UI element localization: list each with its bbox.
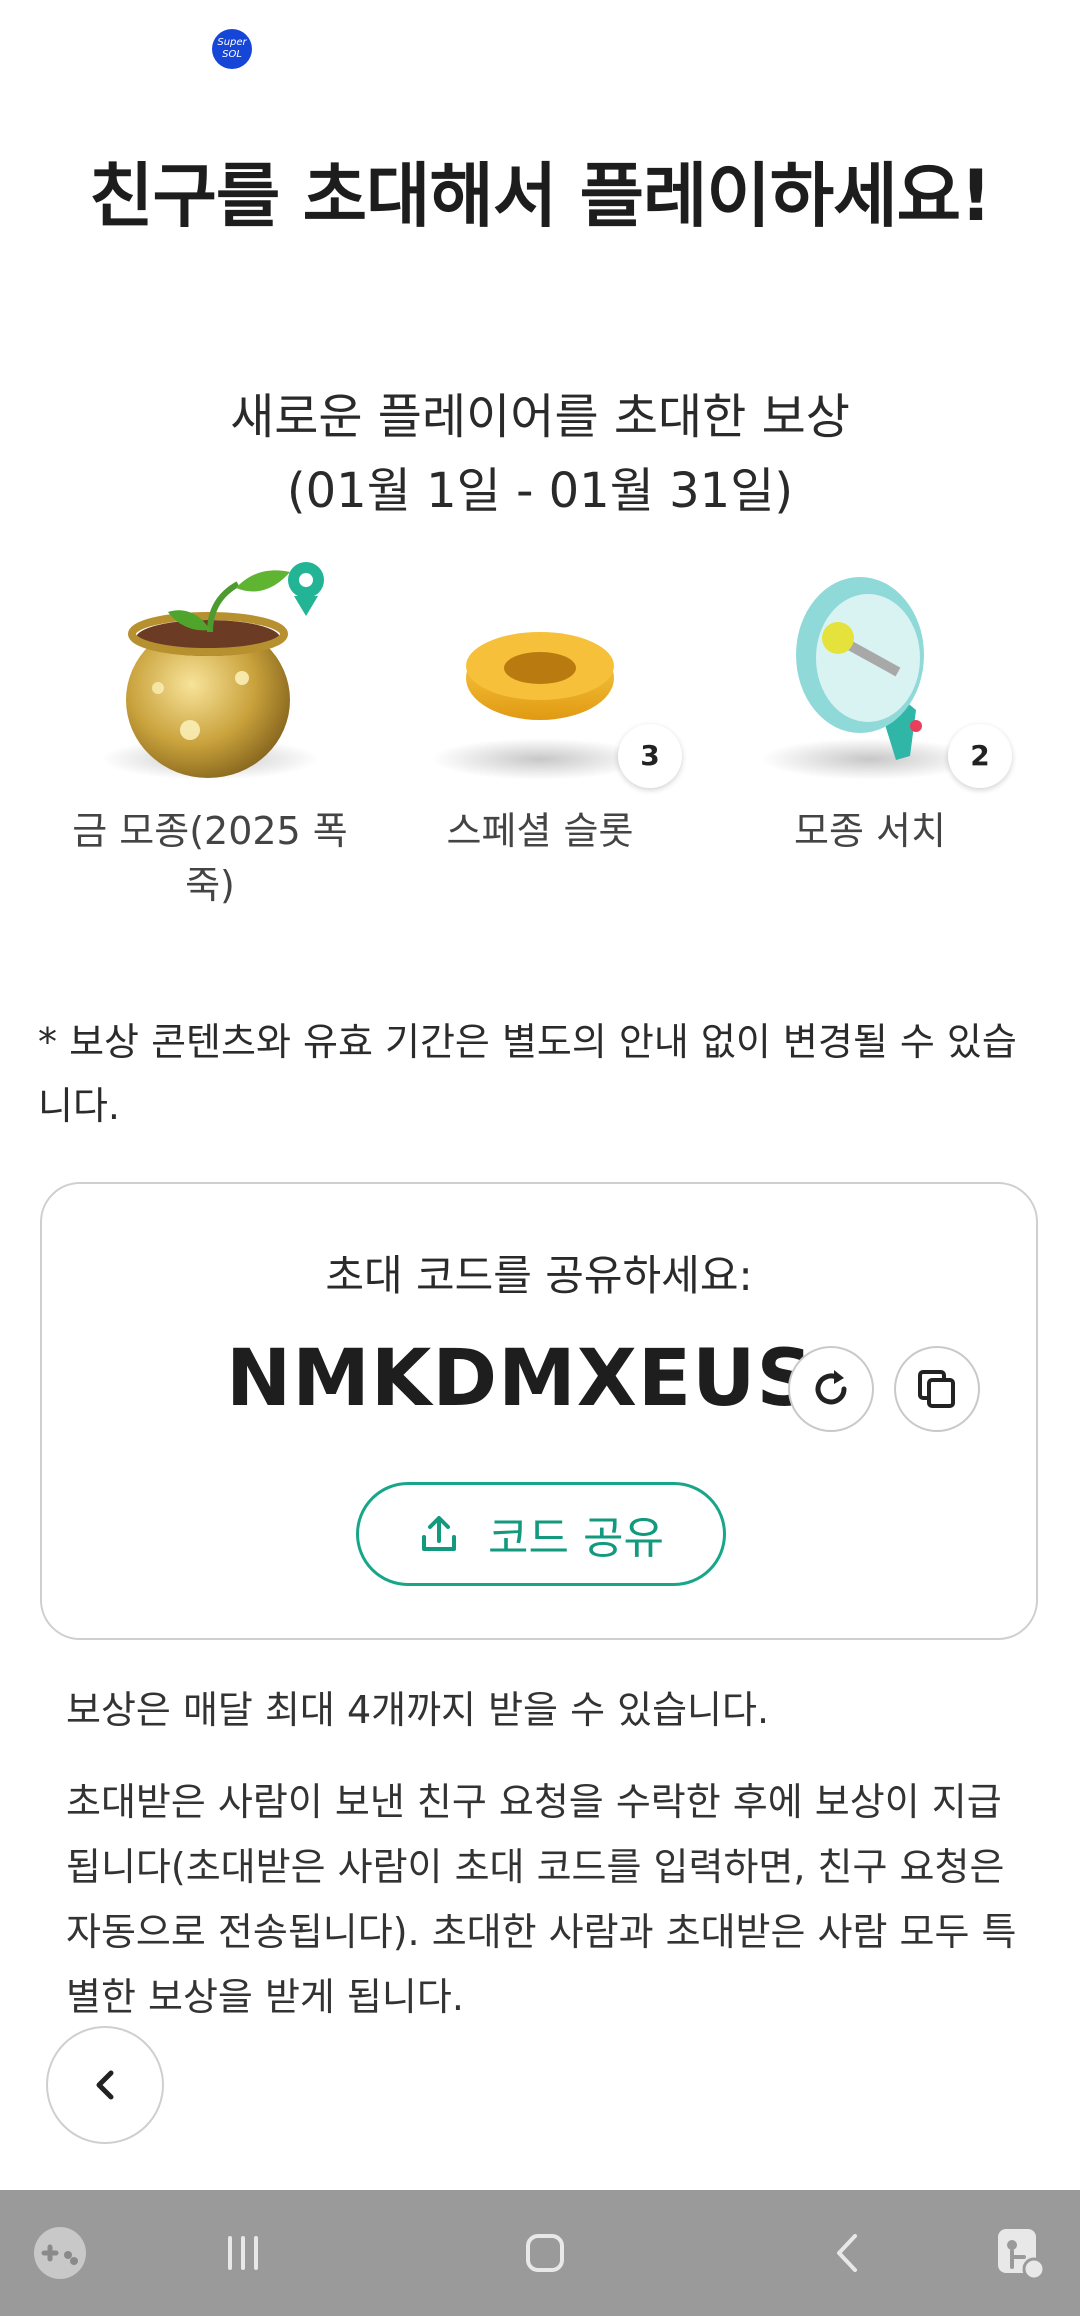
copy-code-button[interactable] [894,1346,980,1432]
reward-count-badge: 3 [618,724,682,788]
recent-apps-button[interactable] [183,2190,303,2316]
refresh-icon [815,1370,847,1405]
system-back-button[interactable] [788,2190,908,2316]
reward-period-heading: 새로운 플레이어를 초대한 보상 (01월 1일 - 01월 31일) [0,380,1080,528]
disclaimer-note: * 보상 콘텐츠와 유효 기간은 별도의 안내 없이 변경될 수 있습니다. [38,1020,1017,1128]
touch-assist-icon [998,2229,1046,2281]
monthly-limit-text: 보상은 매달 최대 4개까지 받을 수 있습니다. [66,1688,770,1732]
accessibility-button[interactable] [960,2190,1080,2316]
invite-code: NMKDMXEUS [226,1334,814,1424]
reward-item-megaphone: 2 모종 서치 [720,560,1020,858]
refresh-code-button[interactable] [788,1346,874,1432]
page-title: 친구를 초대해서 플레이하세요! [89,155,992,237]
recent-apps-icon [228,2236,258,2270]
subtitle-line1: 새로운 플레이어를 초대한 보상 [230,389,850,445]
share-code-label: 코드 공유 [488,1513,664,1564]
reward-item-golden-pot: 금 모종(2025 폭죽) [60,560,360,912]
copy-icon [918,1370,955,1408]
subtitle-line2: (01월 1일 - 01월 31일) [286,463,794,519]
share-code-button[interactable]: 코드 공유 [356,1482,726,1586]
invite-code-card: 초대 코드를 공유하세요: NMKDMXEUS 코드 공유 [40,1182,1038,1640]
reward-label: 스페셜 슬롯 [446,809,634,853]
share-upload-icon [422,1516,457,1551]
reward-details-text: 초대받은 사람이 보낸 친구 요청을 수락한 후에 보상이 지급됩니다(초대받은… [66,1780,1017,2019]
reward-count-badge: 2 [948,724,1012,788]
reward-item-special-slot: 3 스페셜 슬롯 [390,560,690,858]
home-button[interactable] [485,2190,605,2316]
invite-card-heading: 초대 코드를 공유하세요: [325,1251,753,1300]
reward-label: 금 모종(2025 폭죽) [72,809,348,907]
status-bar: Super SOL [0,0,1080,100]
reward-label: 모종 서치 [794,809,946,853]
system-navigation-bar [0,2190,1080,2316]
chevron-left-icon [96,2070,114,2100]
gamepad-icon [34,2227,86,2279]
back-button[interactable] [46,2026,164,2144]
game-launcher-button[interactable] [0,2190,120,2316]
back-arrow-icon [837,2234,857,2272]
home-icon [526,2234,564,2272]
app-badge-text: Super SOL [217,37,247,60]
app-notification-icon: Super SOL [212,29,252,69]
badge-location-icon [288,562,324,616]
